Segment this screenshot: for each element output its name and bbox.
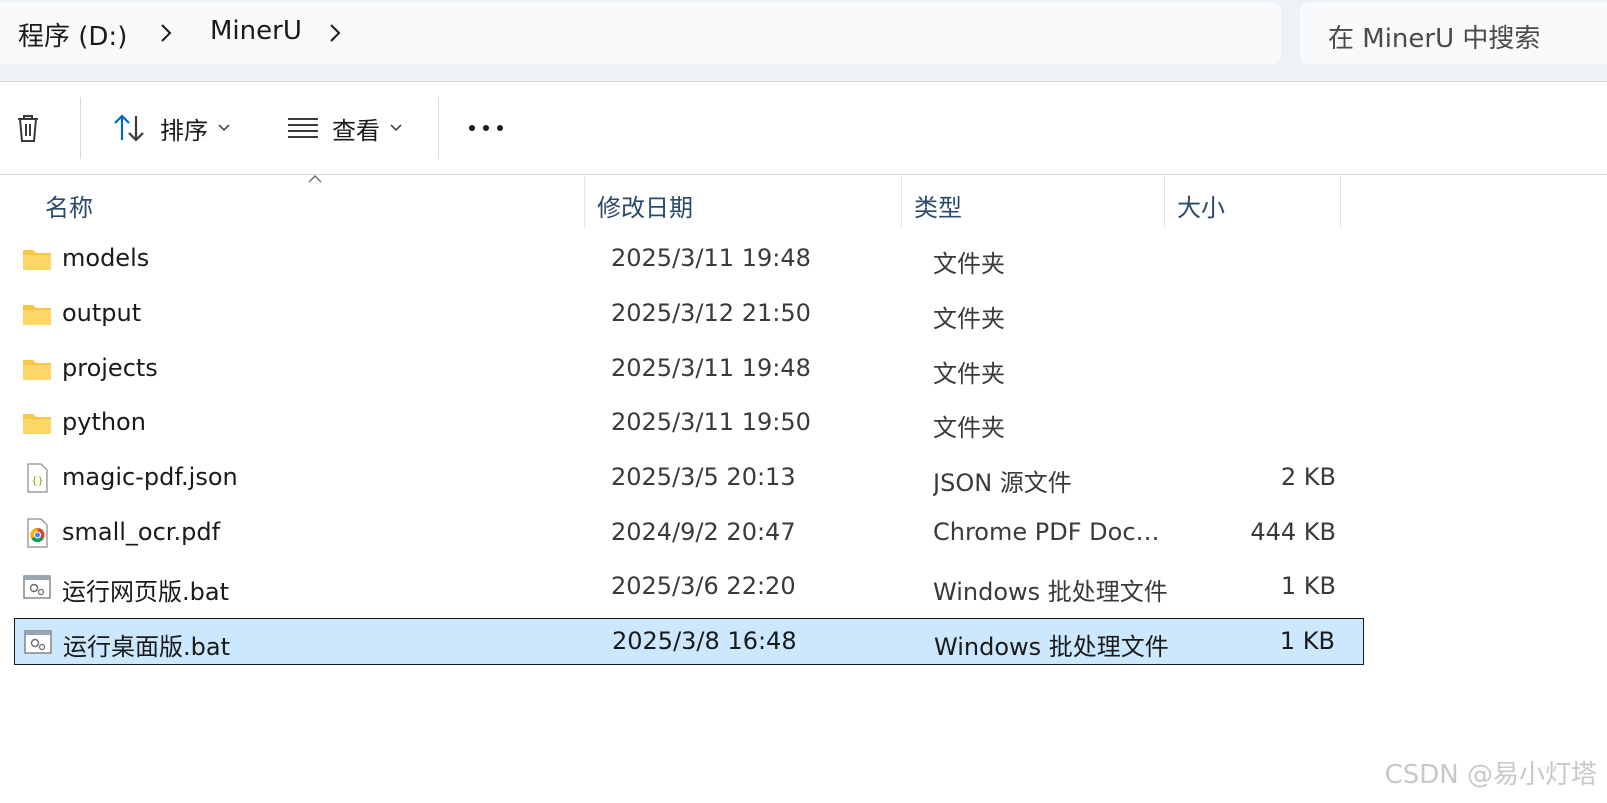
column-header-size[interactable]: 大小 — [1165, 176, 1340, 228]
file-row[interactable]: models 2025/3/11 19:48 文件夹 — [14, 236, 1364, 283]
search-box[interactable]: 在 MinerU 中搜索 — [1300, 2, 1607, 64]
trash-icon — [18, 115, 38, 142]
file-row[interactable]: small_ocr.pdf 2024/9/2 20:47 Chrome PDF … — [14, 510, 1364, 557]
file-name: projects — [62, 354, 158, 382]
file-row[interactable]: output 2025/3/12 21:50 文件夹 — [14, 291, 1364, 338]
file-size: 1 KB — [1280, 572, 1336, 600]
watermark: CSDN @易小灯塔 — [1384, 760, 1597, 790]
file-modified: 2024/9/2 20:47 — [611, 518, 796, 546]
toolbar-divider — [80, 97, 81, 159]
folder-icon — [23, 414, 51, 434]
sort-button[interactable]: 排序 — [112, 97, 230, 159]
toolbar-divider — [438, 97, 439, 159]
file-type: 文件夹 — [933, 250, 1005, 278]
file-modified: 2025/3/11 19:48 — [611, 244, 811, 272]
file-name: 运行网页版.bat — [62, 578, 229, 606]
file-row[interactable]: 运行网页版.bat 2025/3/6 22:20 Windows 批处理文件 1… — [14, 564, 1364, 611]
folder-icon — [23, 250, 51, 270]
sort-label: 排序 — [160, 116, 208, 145]
breadcrumb-folder[interactable]: MinerU — [210, 16, 302, 46]
column-header-type-label: 类型 — [914, 194, 962, 222]
file-type: 文件夹 — [933, 414, 1005, 442]
file-modified: 2025/3/5 20:13 — [611, 463, 796, 491]
file-name: 运行桌面版.bat — [63, 633, 230, 661]
column-header-type[interactable]: 类型 — [902, 176, 1164, 228]
file-name: python — [62, 408, 146, 436]
column-header-modified[interactable]: 修改日期 — [585, 176, 901, 228]
file-type: 文件夹 — [933, 305, 1005, 333]
breadcrumb-drive[interactable]: 程序 (D:) — [18, 16, 127, 53]
chevron-right-icon[interactable] — [327, 22, 343, 44]
list-view-icon — [288, 118, 318, 138]
batch-file-icon — [23, 575, 51, 599]
column-header-modified-label: 修改日期 — [597, 194, 693, 222]
file-type: Windows 批处理文件 — [933, 578, 1168, 606]
file-type: 文件夹 — [933, 360, 1005, 388]
file-row[interactable]: projects 2025/3/11 19:48 文件夹 — [14, 346, 1364, 393]
file-modified: 2025/3/12 21:50 — [611, 299, 811, 327]
chevron-right-icon[interactable] — [158, 22, 174, 44]
column-header-name-label: 名称 — [45, 194, 93, 222]
view-label: 查看 — [332, 116, 380, 145]
address-bar[interactable]: 程序 (D:) MinerU — [0, 2, 1281, 64]
column-header-name[interactable]: 名称 — [0, 176, 584, 228]
search-placeholder: 在 MinerU 中搜索 — [1328, 24, 1541, 54]
file-modified: 2025/3/11 19:48 — [611, 354, 811, 382]
folder-icon — [23, 360, 51, 380]
more-options-button[interactable] — [466, 97, 506, 159]
chevron-down-icon — [218, 124, 230, 132]
file-name: models — [62, 244, 150, 272]
file-row[interactable]: python 2025/3/11 19:50 文件夹 — [14, 400, 1364, 447]
svg-text:{}: {} — [31, 476, 43, 487]
more-horizontal-icon — [469, 125, 503, 131]
batch-file-icon — [24, 630, 52, 654]
column-divider[interactable] — [1340, 176, 1341, 228]
column-header-size-label: 大小 — [1177, 194, 1225, 222]
file-modified: 2025/3/8 16:48 — [612, 627, 797, 655]
chrome-pdf-icon — [27, 518, 48, 548]
folder-icon — [23, 305, 51, 325]
file-row-selected[interactable]: 运行桌面版.bat 2025/3/8 16:48 Windows 批处理文件 1… — [14, 618, 1364, 665]
file-type: JSON 源文件 — [933, 469, 1072, 497]
file-size: 1 KB — [1279, 627, 1335, 655]
file-modified: 2025/3/6 22:20 — [611, 572, 796, 600]
file-type: Chrome PDF Docu... — [933, 518, 1173, 546]
delete-button[interactable] — [10, 97, 46, 159]
json-file-icon: {} — [27, 463, 48, 493]
file-modified: 2025/3/11 19:50 — [611, 408, 811, 436]
file-size: 2 KB — [1280, 463, 1336, 491]
file-type: Windows 批处理文件 — [934, 633, 1169, 661]
file-row[interactable]: {} magic-pdf.json 2025/3/5 20:13 JSON 源文… — [14, 455, 1364, 502]
file-name: magic-pdf.json — [62, 463, 238, 491]
file-name: output — [62, 299, 142, 327]
file-size: 444 KB — [1250, 518, 1336, 546]
sort-arrows-icon — [114, 114, 144, 142]
address-bar-region: 程序 (D:) MinerU 在 MinerU 中搜索 — [0, 0, 1607, 82]
chevron-down-icon — [390, 124, 402, 132]
command-bar: 排序 查看 — [0, 83, 1607, 175]
file-name: small_ocr.pdf — [62, 518, 221, 546]
view-button[interactable]: 查看 — [286, 97, 402, 159]
